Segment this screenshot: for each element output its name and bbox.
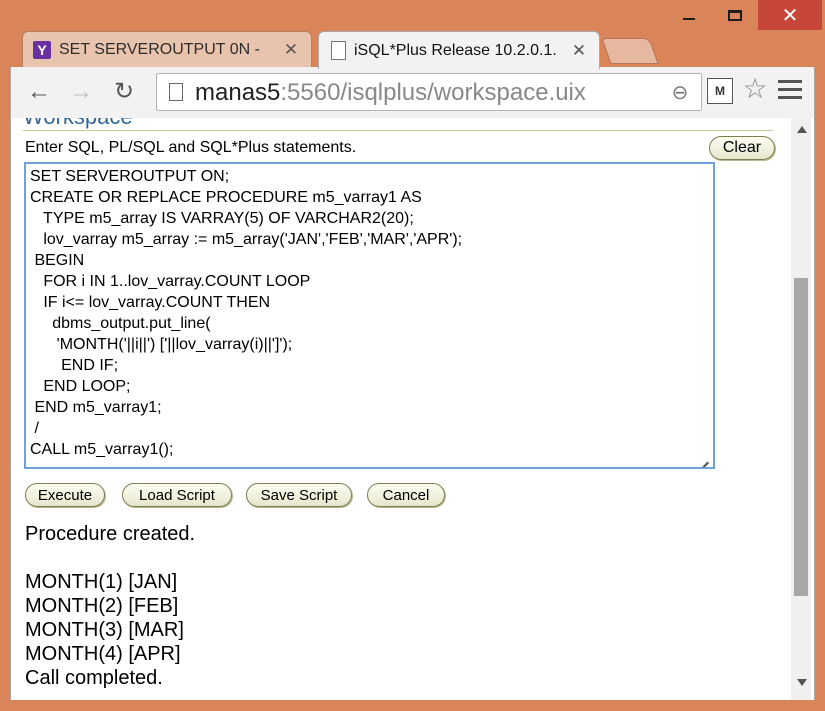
back-button[interactable]: ← — [27, 80, 51, 104]
sql-lines: SET SERVEROUTPUT ON; CREATE OR REPLACE PR… — [30, 166, 709, 460]
execute-button[interactable]: Execute — [25, 483, 105, 507]
tab-isqlplus[interactable]: iSQL*Plus Release 10.2.0.1. ✕ — [318, 31, 600, 69]
maximize-icon — [728, 9, 742, 21]
browser-toolbar: ← → ↻ manas5:5560/isqlplus/workspace.uix… — [10, 67, 815, 118]
tab-title: iSQL*Plus Release 10.2.0.1. — [354, 41, 557, 59]
sql-line: / — [30, 420, 39, 437]
zoom-icon[interactable]: ⊖ — [669, 82, 691, 104]
sql-input[interactable]: SET SERVEROUTPUT ON; CREATE OR REPLACE PR… — [24, 162, 715, 469]
output-line: MONTH(3) [MAR] — [25, 619, 184, 641]
sql-line: lov_varray m5_array := m5_array('JAN','F… — [30, 231, 463, 248]
tab-close-icon[interactable]: ✕ — [281, 40, 301, 60]
minimize-button[interactable] — [666, 0, 712, 30]
scrollbar-thumb[interactable] — [794, 278, 808, 596]
url-path: :5560/isqlplus/workspace.uix — [280, 79, 586, 106]
bookmark-star-icon[interactable]: ☆ — [741, 75, 769, 103]
clear-button[interactable]: Clear — [709, 136, 775, 160]
sql-line: 'MONTH('||i||') ['||lov_varray(i)||']'); — [30, 336, 293, 353]
output-line: MONTH(1) [JAN] — [25, 571, 178, 593]
address-bar[interactable]: manas5:5560/isqlplus/workspace.uix ⊖ — [156, 73, 702, 111]
scroll-up-icon[interactable] — [797, 126, 807, 133]
sql-line: IF i<= lov_varray.COUNT THEN — [30, 294, 271, 311]
sql-line: TYPE m5_array IS VARRAY(5) OF VARCHAR2(2… — [30, 210, 414, 227]
minimize-icon — [683, 18, 695, 20]
sql-line: END IF; — [30, 357, 119, 374]
tab-set-serveroutput[interactable]: Y SET SERVEROUTPUT 0N - ✕ — [22, 31, 312, 67]
page-icon — [169, 83, 183, 101]
page-content: Workspace Enter SQL, PL/SQL and SQL*Plus… — [10, 118, 815, 700]
sql-line: END m5_varray1; — [30, 399, 162, 416]
forward-button[interactable]: → — [69, 80, 93, 104]
extension-icon[interactable]: M — [707, 78, 733, 104]
url-host: manas5 — [195, 79, 281, 106]
url-text: manas5:5560/isqlplus/workspace.uix — [195, 79, 586, 107]
resize-handle-icon[interactable] — [691, 445, 709, 467]
tab-close-icon[interactable]: ✕ — [569, 41, 589, 61]
output-line: MONTH(4) [APR] — [25, 643, 181, 665]
close-icon: ✕ — [781, 4, 799, 27]
tab-title: SET SERVEROUTPUT 0N - — [59, 40, 260, 58]
sql-line: dbms_output.put_line( — [30, 315, 211, 332]
scroll-down-icon[interactable] — [797, 679, 807, 686]
output-line: MONTH(2) [FEB] — [25, 595, 179, 617]
close-window-button[interactable]: ✕ — [758, 0, 822, 30]
browser-window: ✕ Y SET SERVEROUTPUT 0N - ✕ iSQL*Plus Re… — [0, 0, 825, 711]
output-line: Call completed. — [25, 667, 163, 689]
sql-line: BEGIN — [30, 252, 85, 269]
heading-divider — [23, 130, 773, 131]
save-script-button[interactable]: Save Script — [246, 483, 352, 507]
yahoo-icon: Y — [33, 40, 51, 59]
cancel-button[interactable]: Cancel — [367, 483, 445, 507]
sql-line: SET SERVEROUTPUT ON; — [30, 168, 230, 185]
sql-line: CREATE OR REPLACE PROCEDURE m5_varray1 A… — [30, 189, 422, 206]
output-line: Procedure created. — [25, 523, 196, 545]
sql-line: CALL m5_varray1(); — [30, 441, 174, 458]
menu-icon[interactable] — [778, 80, 802, 102]
vertical-scrollbar[interactable] — [791, 118, 811, 700]
output-area: Procedure created. MONTH(1) [JAN] MONTH(2)… — [25, 522, 195, 690]
sql-line: END LOOP; — [30, 378, 131, 395]
maximize-button[interactable] — [712, 0, 758, 30]
instructions-text: Enter SQL, PL/SQL and SQL*Plus statement… — [25, 139, 357, 156]
reload-button[interactable]: ↻ — [112, 80, 136, 104]
workspace-heading: Workspace — [23, 118, 133, 130]
sql-line: FOR i IN 1..lov_varray.COUNT LOOP — [30, 273, 311, 290]
new-tab-button[interactable] — [601, 38, 659, 64]
page-icon — [331, 41, 346, 60]
load-script-button[interactable]: Load Script — [122, 483, 232, 507]
